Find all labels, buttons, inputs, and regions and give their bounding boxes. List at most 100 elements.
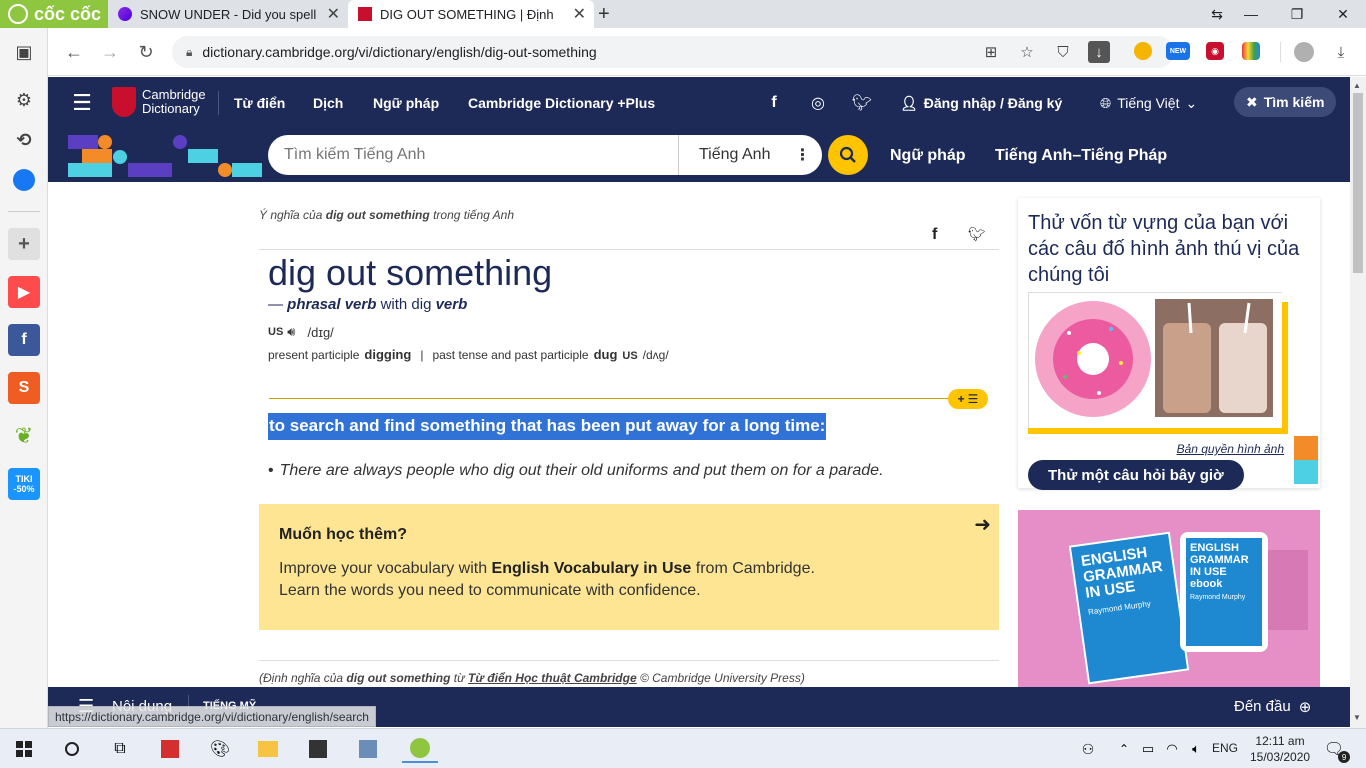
- search-toggle-button[interactable]: ✖ Tìm kiếm: [1234, 87, 1337, 117]
- share-facebook-icon[interactable]: f: [932, 226, 937, 244]
- shield-icon[interactable]: ⛉: [1052, 41, 1074, 63]
- page-scrollbar[interactable]: ▲ ▼: [1350, 77, 1366, 728]
- close-tab-icon[interactable]: ✕: [327, 4, 340, 24]
- learn-more-line1: Improve your vocabulary with English Voc…: [279, 558, 979, 580]
- past-ipa-text: /dʌɡ/: [642, 348, 669, 362]
- input-language[interactable]: ENG: [1212, 741, 1238, 755]
- browser-toolbar: ← → ↻ 🔒︎ dictionary.cambridge.org/vi/dic…: [48, 28, 1366, 76]
- share-twitter-icon[interactable]: 🐦︎: [968, 226, 986, 243]
- promo-image[interactable]: [1028, 292, 1283, 429]
- scroll-up-icon[interactable]: ▲: [1353, 81, 1361, 90]
- search-button[interactable]: [828, 135, 868, 175]
- red-ext-icon[interactable]: ◉: [1206, 42, 1224, 60]
- download-icon[interactable]: ⤓: [1330, 41, 1352, 63]
- notification-icon[interactable]: 🗨︎ 9: [1320, 735, 1351, 763]
- book1-title: ENGLISH GRAMMAR IN USE: [1079, 544, 1164, 602]
- scroll-down-icon[interactable]: ▼: [1353, 713, 1361, 722]
- volume-icon[interactable]: 🔈︎: [1182, 735, 1210, 763]
- paint-icon[interactable]: 🎨︎: [206, 735, 234, 763]
- decorative-pattern: [68, 135, 262, 177]
- nav-dich[interactable]: Dịch: [313, 77, 343, 129]
- file-explorer-icon[interactable]: [254, 735, 282, 763]
- reload-icon[interactable]: ↻: [134, 40, 158, 64]
- ebook-cover: ENGLISH GRAMMAR IN USE ebook Raymond Mur…: [1186, 538, 1262, 646]
- minimize-icon[interactable]: —: [1228, 0, 1274, 28]
- gear-icon[interactable]: ⚙: [8, 84, 40, 116]
- toolbar-divider: [1280, 42, 1281, 62]
- speaker-icon[interactable]: 🔊︎: [287, 324, 295, 340]
- clock[interactable]: 12:11 am 15/03/2020: [1250, 733, 1310, 765]
- app-icon[interactable]: [156, 735, 184, 763]
- back-to-top-link[interactable]: Đến đầu ⊕: [1234, 698, 1311, 716]
- citation-link[interactable]: Từ điển Học thuật Cambridge: [468, 671, 637, 685]
- people-icon[interactable]: ⚇: [1074, 735, 1102, 763]
- panel-icon[interactable]: ▣: [8, 36, 40, 68]
- language-selector[interactable]: 🌐︎ Tiếng Việt ⌄: [1100, 77, 1197, 129]
- hamburger-menu-icon[interactable]: ☰: [72, 90, 92, 115]
- pos-value: phrasal verb: [287, 296, 377, 313]
- close-tab-icon[interactable]: ✕: [573, 4, 586, 24]
- avatar[interactable]: [1294, 42, 1314, 62]
- inflections: present participle digging | past tense …: [268, 347, 1008, 362]
- promo-deco: [1294, 460, 1318, 484]
- youtube-icon[interactable]: ▶: [8, 276, 40, 308]
- scroll-thumb[interactable]: [1353, 93, 1363, 273]
- forward-icon[interactable]: →: [98, 40, 122, 64]
- instagram-icon[interactable]: ◎: [808, 93, 828, 113]
- facebook-icon[interactable]: f: [764, 93, 784, 113]
- add-to-list-button[interactable]: + ☰: [948, 389, 988, 409]
- plus-icon[interactable]: +: [8, 228, 40, 260]
- new-tab-button[interactable]: +: [598, 3, 610, 26]
- search-language-selector[interactable]: Tiếng Anh ⋮: [678, 135, 822, 175]
- try-quiz-button[interactable]: Thử một câu hỏi bây giờ: [1028, 460, 1244, 490]
- windows-start-icon[interactable]: [10, 735, 38, 763]
- search-icon[interactable]: [58, 735, 86, 763]
- link-english-french[interactable]: Tiếng Anh–Tiếng Pháp: [995, 129, 1167, 182]
- history-icon[interactable]: ⟲: [8, 124, 40, 156]
- promo-deco: [1294, 436, 1318, 460]
- task-view-icon[interactable]: ⧉: [106, 735, 134, 763]
- nav-tu-dien[interactable]: Từ điển: [234, 77, 285, 129]
- nav-dictionary-plus[interactable]: Cambridge Dictionary +Plus: [468, 77, 655, 129]
- search-input[interactable]: [268, 146, 668, 164]
- translate-icon[interactable]: ⊞: [980, 41, 1002, 63]
- nav-ngu-phap[interactable]: Ngữ pháp: [373, 77, 439, 129]
- tab-dig-out-something[interactable]: DIG OUT SOMETHING | Định ✕: [348, 0, 594, 28]
- new-ext-icon[interactable]: NEW: [1166, 42, 1190, 60]
- bookmark-star-icon[interactable]: ☆: [1016, 41, 1038, 63]
- meaning-prefix: Ý nghĩa của: [259, 208, 323, 222]
- arrow-right-icon[interactable]: ➜: [974, 512, 991, 537]
- close-window-icon[interactable]: ✕: [1320, 0, 1366, 28]
- image-credit-link[interactable]: Bản quyền hình ảnh: [1177, 442, 1284, 456]
- chrome-ext-icon[interactable]: [1134, 42, 1152, 60]
- divider: [259, 249, 999, 250]
- back-icon[interactable]: ←: [62, 40, 86, 64]
- twitter-icon[interactable]: 🐦︎: [852, 93, 872, 113]
- learn-more-title: Muốn học thêm?: [279, 526, 407, 543]
- cambridge-logo[interactable]: Cambridge Dictionary: [112, 87, 206, 117]
- maximize-icon[interactable]: ❐: [1274, 0, 1320, 28]
- pos-dash: —: [268, 296, 283, 313]
- login-link[interactable]: 👤︎ Đăng nhập / Đăng ký: [900, 77, 1062, 129]
- link-ngu-phap[interactable]: Ngữ pháp: [890, 129, 966, 182]
- colorful-ext-icon[interactable]: [1242, 42, 1260, 60]
- learn-bold-link[interactable]: English Vocabulary in Use: [492, 560, 692, 577]
- divider: [259, 660, 999, 661]
- learn-post: from Cambridge.: [695, 560, 815, 577]
- facebook-icon[interactable]: f: [8, 324, 40, 356]
- notes-icon[interactable]: [304, 735, 332, 763]
- tool-icon[interactable]: [354, 735, 382, 763]
- arrow-up-circle-icon: ⊕: [1298, 699, 1312, 716]
- shopee-icon[interactable]: S: [8, 372, 40, 404]
- leaf-icon[interactable]: ❦: [8, 420, 40, 452]
- coccoc-menu-button[interactable]: cốc cốc: [0, 0, 108, 28]
- download-page-icon[interactable]: ↓: [1088, 41, 1110, 63]
- tiki-icon[interactable]: TIKI -50%: [8, 468, 40, 500]
- coccoc-taskbar-icon[interactable]: [402, 735, 438, 763]
- grammar-book-ad[interactable]: ENGLISH GRAMMAR IN USE Raymond Murphy EN…: [1018, 510, 1320, 687]
- tab-snow-under[interactable]: SNOW UNDER - Did you spell ✕: [108, 0, 348, 28]
- site-favicon-icon: [118, 7, 132, 21]
- messenger-icon[interactable]: [8, 164, 40, 196]
- lock-icon: 🔒︎: [186, 44, 193, 59]
- promo-title: Thử vốn từ vựng của bạn với các câu đố h…: [1028, 212, 1300, 286]
